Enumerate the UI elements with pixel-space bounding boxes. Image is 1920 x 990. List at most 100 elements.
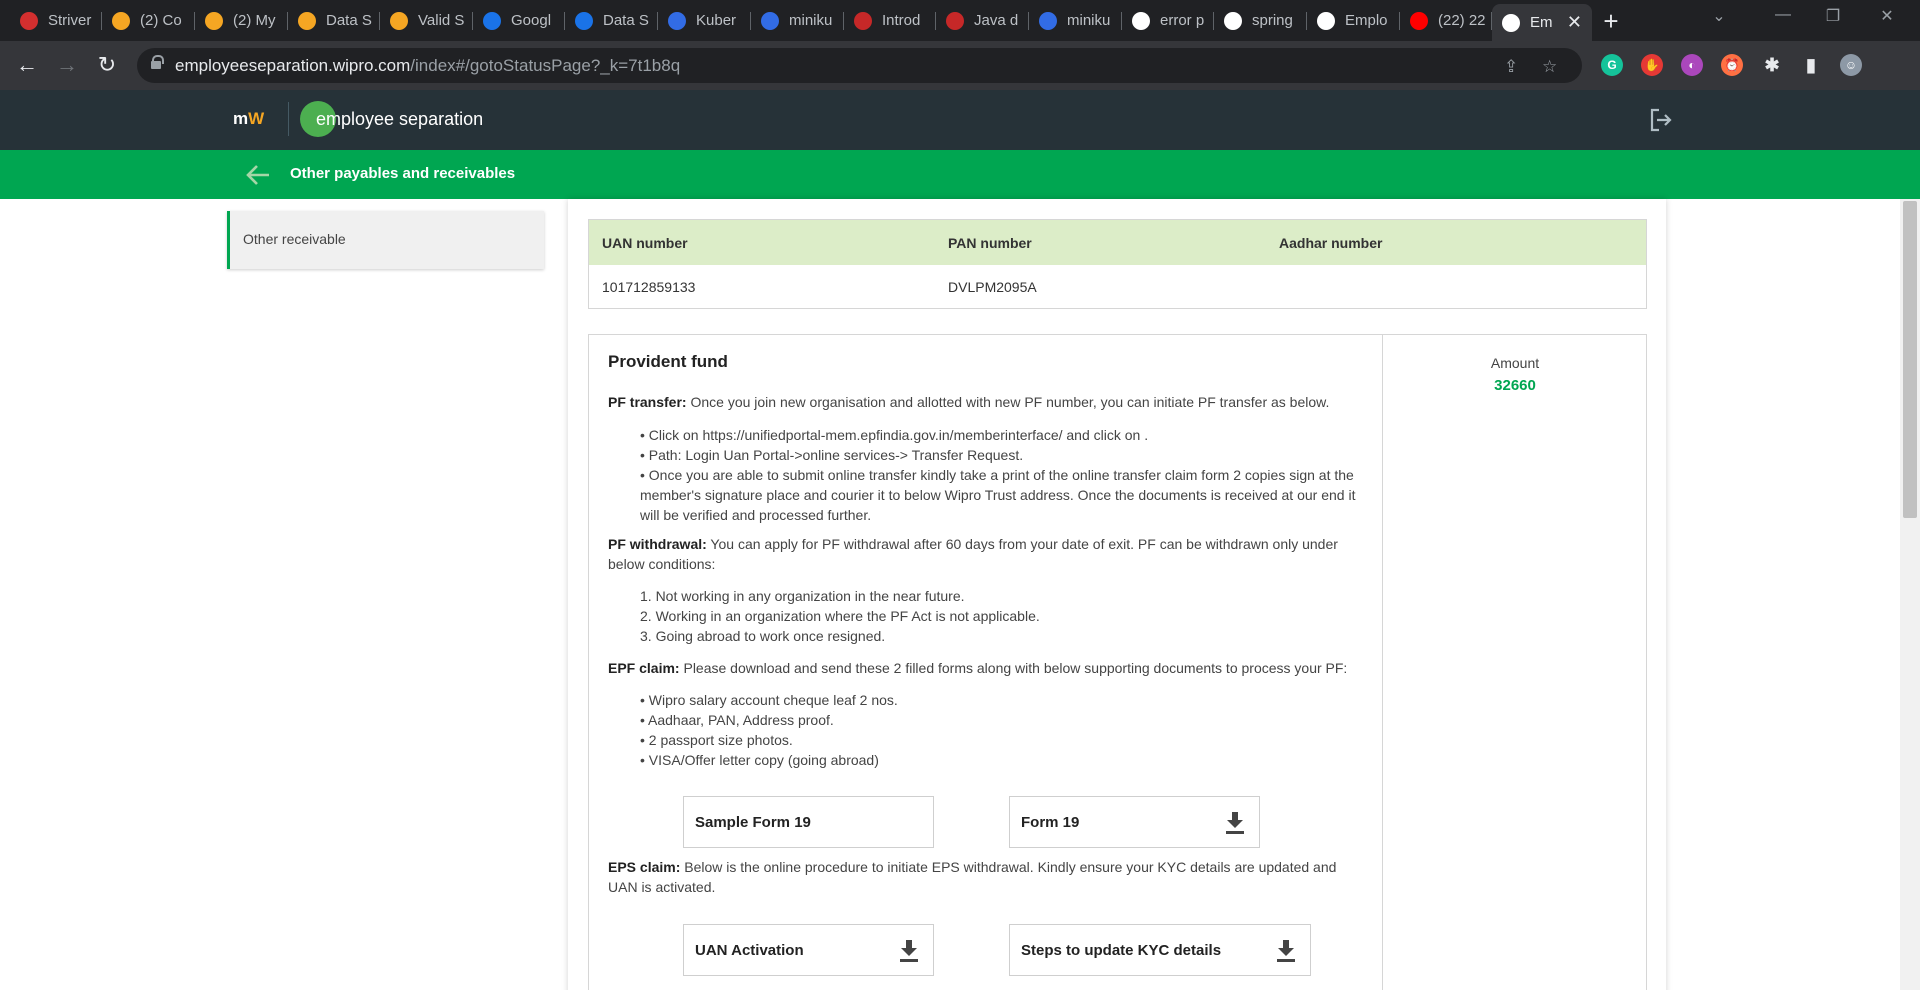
color-picker-icon[interactable]: ◐ <box>1681 54 1703 76</box>
browser-tab[interactable]: Emplo <box>1307 6 1400 35</box>
column-header-aadhar: Aadhar number <box>1279 235 1383 251</box>
uan-activation-button[interactable]: UAN Activation <box>683 924 934 976</box>
pf-transfer-paragraph: PF transfer: Once you join new organisat… <box>608 394 1330 410</box>
epf-claim-paragraph: EPF claim: Please download and send thes… <box>608 660 1348 676</box>
url-text: employeeseparation.wipro.com/index#/goto… <box>175 55 681 75</box>
browser-tab[interactable]: spring <box>1214 6 1307 35</box>
amount-label: Amount <box>1490 355 1540 371</box>
list-item: • Aadhaar, PAN, Address proof. <box>640 712 834 728</box>
tab-label: Kuber <box>696 12 737 29</box>
browser-tab[interactable]: (22) 22 <box>1400 6 1492 35</box>
browser-tab-strip: Striver (2) Co (2) My Data S Valid S Googl Dat… <box>0 0 1920 41</box>
update-kyc-steps-button[interactable]: Steps to update KYC details <box>1009 924 1311 976</box>
back-arrow-icon[interactable] <box>245 163 271 187</box>
form-19-download-button[interactable]: Form 19 <box>1009 796 1260 848</box>
extensions-puzzle-icon[interactable]: ✱ <box>1761 54 1783 76</box>
tab-label: Googl <box>511 12 552 29</box>
sample-form-19-button[interactable]: Sample Form 19 <box>683 796 934 848</box>
pf-withdrawal-list: 1. Not working in any organization in th… <box>640 586 1360 646</box>
tab-label: Introd <box>882 12 921 29</box>
tab-label: Striver <box>48 12 92 29</box>
minimize-icon[interactable]: — <box>1768 6 1798 24</box>
close-window-icon[interactable]: ✕ <box>1872 6 1902 26</box>
tab-search-icon[interactable]: ⌄ <box>1704 6 1734 26</box>
browser-tab[interactable]: error p <box>1122 6 1214 35</box>
extension-hand-icon[interactable]: ✋ <box>1641 54 1663 76</box>
pf-transfer-list: • Click on https://unifiedportal-mem.epf… <box>640 425 1360 525</box>
close-tab-icon[interactable]: ✕ <box>1567 12 1582 33</box>
browser-tab[interactable]: Data S <box>288 6 380 35</box>
browser-toolbar: ← → ↻ employeeseparation.wipro.com/index… <box>0 41 1920 90</box>
download-icon <box>900 940 918 962</box>
browser-tab[interactable]: Em ✕ <box>1492 4 1592 41</box>
kubernetes-icon <box>668 11 686 30</box>
new-tab-button[interactable]: + <box>1598 8 1624 34</box>
button-label: Form 19 <box>1021 813 1080 831</box>
share-icon[interactable]: ⇪ <box>1504 57 1518 77</box>
list-item: 3. Going abroad to work once resigned. <box>640 628 886 644</box>
browser-tab[interactable]: Data S <box>565 6 658 35</box>
app-title: employee separation <box>316 109 484 129</box>
button-label: UAN Activation <box>695 941 804 959</box>
tuf-icon <box>20 11 38 30</box>
wipro-icon <box>1502 13 1520 32</box>
page-subheader: Other payables and receivables <box>0 150 1920 199</box>
scrollbar-thumb[interactable] <box>1903 201 1917 518</box>
alarm-clock-icon[interactable]: ⏰ <box>1721 54 1743 76</box>
list-item: • Wipro salary account cheque leaf 2 nos… <box>640 692 898 708</box>
browser-tab[interactable]: (2) Co <box>102 6 195 35</box>
bookmark-star-icon[interactable]: ☆ <box>1542 57 1557 77</box>
browser-tab[interactable]: Introd <box>844 6 936 35</box>
forward-arrow-icon[interactable]: → <box>55 53 79 77</box>
pf-withdrawal-paragraph: PF withdrawal: You can apply for PF with… <box>608 536 1338 572</box>
grammarly-icon[interactable]: G <box>1601 54 1623 76</box>
leetcode-icon <box>298 11 316 30</box>
browser-tab[interactable]: Googl <box>473 6 565 35</box>
back-arrow-icon[interactable]: ← <box>15 53 39 77</box>
restore-icon[interactable]: ❐ <box>1818 6 1848 26</box>
page-scrollbar[interactable] <box>1900 199 1920 990</box>
leetcode-icon <box>390 11 408 30</box>
app-header: mW employee separation <box>0 90 1920 150</box>
tab-label: miniku <box>789 12 833 29</box>
browser-tab[interactable]: Striver <box>10 6 102 35</box>
docs-icon <box>946 11 964 30</box>
wipro-logo[interactable]: mW <box>233 109 264 129</box>
tab-label: Data S <box>603 12 649 29</box>
column-header-pan: PAN number <box>948 235 1032 251</box>
browser-tab[interactable]: miniku <box>1029 6 1122 35</box>
sidebar-item-other-receivable[interactable]: Other receivable <box>227 211 544 269</box>
tab-label: Em <box>1530 14 1553 31</box>
download-icon <box>1226 812 1244 834</box>
list-item: • VISA/Offer letter copy (going abroad) <box>640 752 879 768</box>
lock-icon[interactable] <box>151 54 164 72</box>
browser-tab[interactable]: Kuber <box>658 6 751 35</box>
uan-value: 101712859133 <box>602 279 696 295</box>
list-item: • 2 passport size photos. <box>640 732 793 748</box>
docs-icon <box>854 11 872 30</box>
browser-tab[interactable]: Valid S <box>380 6 473 35</box>
address-bar[interactable]: employeeseparation.wipro.com/index#/goto… <box>137 48 1582 83</box>
at-icon <box>483 11 501 30</box>
browser-tab[interactable]: miniku <box>751 6 844 35</box>
browser-tab[interactable]: Java d <box>936 6 1029 35</box>
tab-label: Valid S <box>418 12 465 29</box>
eps-claim-paragraph: EPS claim: Below is the online procedure… <box>608 859 1337 895</box>
logout-icon[interactable] <box>1648 107 1674 133</box>
section-title: Provident fund <box>608 352 728 371</box>
list-item: • Click on https://unifiedportal-mem.epf… <box>640 427 1149 443</box>
tab-label: (2) My <box>233 12 276 29</box>
browser-tab[interactable]: (2) My <box>195 6 288 35</box>
reload-icon[interactable]: ↻ <box>95 53 119 77</box>
youtube-icon <box>1410 11 1428 30</box>
profile-avatar[interactable]: ☺ <box>1840 54 1862 76</box>
side-panel-icon[interactable]: ▮ <box>1800 54 1822 76</box>
header-divider <box>288 102 289 136</box>
download-icon <box>1277 940 1295 962</box>
list-item: 2. Working in an organization where the … <box>640 608 1040 624</box>
minikube-icon <box>1039 11 1057 30</box>
leetcode-icon <box>112 11 130 30</box>
tab-label: miniku <box>1067 12 1111 29</box>
amount-value: 32660 <box>1494 377 1536 394</box>
tab-label: Java d <box>974 12 1019 29</box>
